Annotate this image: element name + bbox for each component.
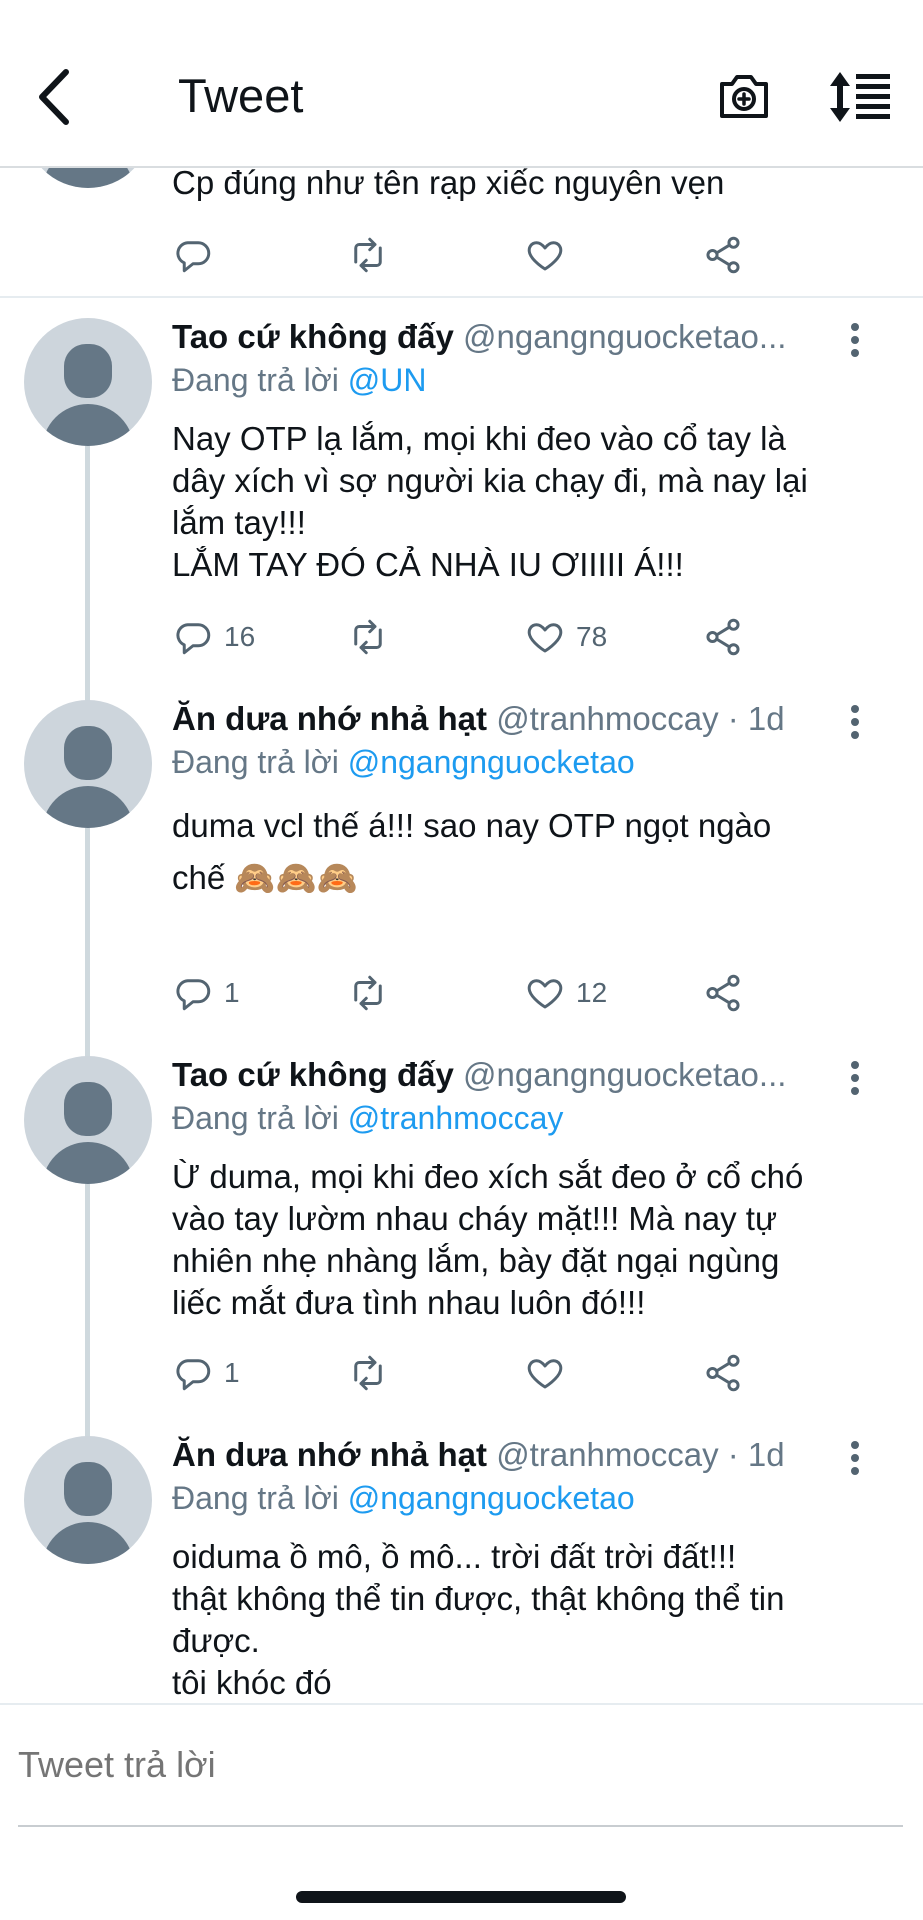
tweet-actions: 1 bbox=[172, 1348, 752, 1398]
retweet-icon bbox=[354, 237, 382, 273]
avatar[interactable] bbox=[24, 318, 152, 446]
replying-to: Đang trả lời @UN bbox=[172, 362, 426, 399]
share-icon bbox=[706, 236, 740, 274]
reply-icon bbox=[176, 1359, 211, 1391]
author-handle: @tranhmoccay · 1d bbox=[496, 700, 785, 737]
tweet-text: Cp đúng như tên rạp xiếc nguyên vẹn bbox=[172, 164, 725, 201]
tweet-text: Ừ duma, mọi khi đeo xích sắt đeo ở cổ ch… bbox=[172, 1158, 804, 1321]
author-handle: @ngangnguocketao... bbox=[463, 318, 787, 355]
like-button[interactable] bbox=[524, 1348, 576, 1398]
tweet-header: Tao cứ không đấy @ngangnguocketao... bbox=[172, 1056, 822, 1100]
share-button[interactable] bbox=[702, 612, 744, 662]
retweet-icon bbox=[354, 1355, 382, 1391]
retweet-button[interactable] bbox=[347, 968, 389, 1018]
replying-to: Đang trả lời @ngangnguocketao bbox=[172, 1480, 635, 1517]
mention-link[interactable]: @ngangnguocketao bbox=[348, 744, 635, 780]
heart-icon bbox=[527, 623, 563, 653]
author-name[interactable]: Tao cứ không đấy bbox=[172, 318, 454, 355]
tweet-thread[interactable]: Cp đúng như tên rạp xiếc nguyên vẹn Tao … bbox=[0, 0, 923, 1700]
tweet-text: Nay OTP lạ lắm, mọi khi đeo vào cổ tay l… bbox=[172, 420, 808, 583]
more-options-icon[interactable] bbox=[845, 1438, 865, 1478]
reply-count: 16 bbox=[224, 621, 256, 652]
heart-icon bbox=[527, 1359, 563, 1389]
mention-link[interactable]: @ngangnguocketao bbox=[348, 1480, 635, 1516]
tweet-text: duma vcl thế á!!! sao nay OTP ngọt ngào … bbox=[172, 807, 772, 896]
like-count: 12 bbox=[576, 977, 608, 1008]
back-arrow-icon[interactable] bbox=[30, 62, 80, 132]
heart-icon bbox=[527, 979, 563, 1009]
divider bbox=[18, 1825, 903, 1827]
retweet-icon bbox=[354, 975, 382, 1011]
reply-button[interactable]: 1 bbox=[172, 968, 240, 1018]
share-icon bbox=[706, 1354, 740, 1392]
tweet-text: oiduma ồ mô, ồ mô... trời đất trời đất!!… bbox=[172, 1538, 785, 1700]
tweet-header: Ăn dưa nhớ nhả hạt @tranhmoccay · 1d bbox=[172, 700, 822, 744]
tweet-actions: 16 78 bbox=[172, 612, 752, 662]
author-handle: @ngangnguocketao... bbox=[463, 1056, 787, 1093]
tweet-detail-screen: Cp đúng như tên rạp xiếc nguyên vẹn Tao … bbox=[0, 0, 923, 1920]
reply-button[interactable] bbox=[172, 230, 214, 280]
page-title: Tweet bbox=[178, 69, 304, 122]
replying-to-label: Đang trả lời bbox=[172, 744, 339, 780]
top-navigation-bar: Tweet bbox=[0, 0, 923, 168]
replying-to-label: Đang trả lời bbox=[172, 1480, 339, 1516]
avatar[interactable] bbox=[24, 1056, 152, 1184]
retweet-icon bbox=[354, 619, 382, 655]
share-button[interactable] bbox=[702, 968, 744, 1018]
reply-composer bbox=[0, 1703, 923, 1920]
camera-icon[interactable] bbox=[716, 68, 772, 124]
reply-icon bbox=[176, 979, 211, 1011]
separator bbox=[0, 296, 923, 298]
mention-link[interactable]: @UN bbox=[348, 362, 427, 398]
mention-link[interactable]: @tranhmoccay bbox=[348, 1100, 564, 1136]
like-button[interactable]: 78 bbox=[524, 612, 607, 662]
replying-to-label: Đang trả lời bbox=[172, 362, 339, 398]
tweet-header: Tao cứ không đấy @ngangnguocketao... bbox=[172, 318, 822, 362]
reply-count: 1 bbox=[224, 977, 240, 1008]
share-button[interactable] bbox=[702, 1348, 744, 1398]
heart-icon bbox=[527, 241, 563, 271]
reply-icon bbox=[176, 241, 211, 273]
like-button[interactable] bbox=[524, 230, 566, 280]
more-options-icon[interactable] bbox=[845, 320, 865, 360]
share-icon bbox=[706, 974, 740, 1012]
reply-count: 1 bbox=[224, 1357, 240, 1388]
reply-input[interactable] bbox=[18, 1735, 898, 1795]
share-button[interactable] bbox=[702, 230, 744, 280]
tweet-actions bbox=[172, 230, 752, 280]
author-handle: @tranhmoccay · 1d bbox=[496, 1436, 785, 1473]
replying-to: Đang trả lời @ngangnguocketao bbox=[172, 744, 635, 781]
author-name[interactable]: Ăn dưa nhớ nhả hạt bbox=[172, 1436, 487, 1473]
reply-icon bbox=[176, 623, 211, 655]
sort-list-icon[interactable] bbox=[828, 70, 892, 124]
retweet-button[interactable] bbox=[347, 230, 389, 280]
tweet-header: Ăn dưa nhớ nhả hạt @tranhmoccay · 1d bbox=[172, 1436, 822, 1480]
replying-to-label: Đang trả lời bbox=[172, 1100, 339, 1136]
retweet-button[interactable] bbox=[347, 612, 389, 662]
author-name[interactable]: Tao cứ không đấy bbox=[172, 1056, 454, 1093]
replying-to: Đang trả lời @tranhmoccay bbox=[172, 1100, 563, 1137]
avatar[interactable] bbox=[24, 1436, 152, 1564]
more-options-icon[interactable] bbox=[845, 702, 865, 742]
like-button[interactable]: 12 bbox=[524, 968, 607, 1018]
thread-connector bbox=[85, 440, 90, 1440]
like-count: 78 bbox=[576, 621, 608, 652]
share-icon bbox=[706, 618, 740, 656]
tweet-actions: 1 12 bbox=[172, 968, 752, 1018]
home-indicator[interactable] bbox=[296, 1891, 626, 1903]
avatar[interactable] bbox=[24, 700, 152, 828]
more-options-icon[interactable] bbox=[845, 1058, 865, 1098]
reply-button[interactable]: 16 bbox=[172, 612, 255, 662]
reply-button[interactable]: 1 bbox=[172, 1348, 240, 1398]
author-name[interactable]: Ăn dưa nhớ nhả hạt bbox=[172, 700, 487, 737]
retweet-button[interactable] bbox=[347, 1348, 389, 1398]
